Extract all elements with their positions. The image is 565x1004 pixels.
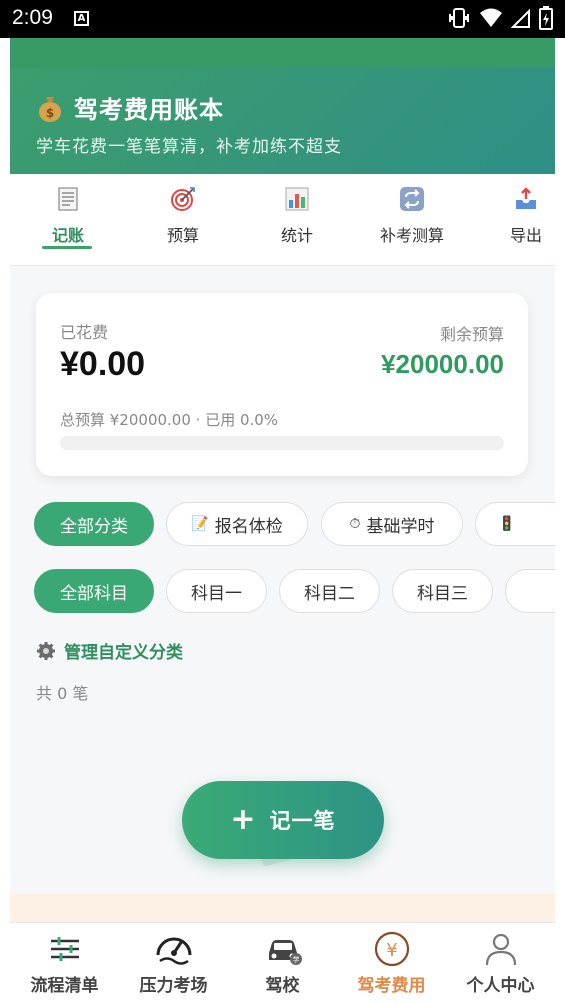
nav-label: 个人中心 [466, 976, 535, 996]
traffic-light-icon: 🚦 [498, 516, 516, 532]
svg-text:学: 学 [292, 955, 299, 964]
bar-chart-icon [285, 187, 309, 211]
tab-budget[interactable]: 预算 [133, 186, 233, 246]
car-school-icon: 学 [268, 940, 302, 965]
remaining-budget-label: 剩余预算 [439, 325, 504, 344]
chip-basic-hours[interactable]: ⏱ 基础学时 [321, 502, 463, 546]
spent-value: ¥0.00 [60, 345, 146, 383]
signal-icon [511, 8, 530, 28]
nav-exam-fees[interactable]: ¥ 驾考费用 [337, 929, 446, 996]
repeat-icon [400, 187, 424, 211]
chip-label: 全部科目 [60, 583, 128, 604]
money-bag-icon: $ [39, 96, 61, 122]
chip-label: 科目二 [304, 583, 355, 604]
status-time: 2:09 [12, 6, 53, 29]
category-chip-row: 全部分类 📝 报名体检 ⏱ 基础学时 🚦 [34, 502, 555, 548]
app-title: 驾考费用账本 [74, 96, 224, 124]
chip-all-categories[interactable]: 全部分类 [34, 502, 154, 546]
export-icon [516, 187, 536, 209]
app-frame: $ 驾考费用账本 学车花费一笔笔算清，补考加练不超支 记账 预算 统计 补考测算… [10, 38, 555, 1004]
memo-icon: 📝 [191, 516, 209, 532]
person-icon [485, 933, 516, 966]
app-subtitle: 学车花费一笔笔算清，补考加练不超支 [36, 137, 342, 157]
tab-label: 统计 [280, 226, 313, 245]
chip-traffic[interactable]: 🚦 [475, 502, 555, 546]
tab-bar: 记账 预算 统计 补考测算 导出 [10, 174, 555, 266]
record-count: 共 0 笔 [36, 684, 89, 703]
bottom-banner-strip [10, 894, 555, 922]
nav-profile[interactable]: 个人中心 [446, 929, 555, 996]
add-record-label: 记一笔 [269, 809, 336, 833]
budget-progress-track [60, 436, 504, 450]
tab-label: 补考测算 [379, 226, 444, 245]
active-tab-indicator [42, 246, 92, 249]
tab-label: 预算 [166, 226, 199, 245]
svg-text:$: $ [46, 106, 54, 120]
nav-process-list[interactable]: 流程清单 [10, 929, 119, 996]
chip-label: 基础学时 [366, 516, 435, 537]
manage-categories-link[interactable]: 管理自定义分类 [36, 638, 183, 663]
nav-label: 驾考费用 [357, 976, 426, 996]
bottom-navigation: 流程清单 压力考场 学 驾校 ¥ 驾考费用 个人中心 [10, 922, 555, 1004]
status-icons [447, 6, 553, 30]
remaining-budget-value: ¥20000.00 [381, 349, 504, 379]
spent-label: 已花费 [60, 323, 109, 342]
nav-label: 流程清单 [30, 976, 99, 996]
vibrate-icon [449, 8, 469, 28]
add-record-button[interactable]: + 记一笔 [182, 781, 384, 859]
tab-export[interactable]: 导出 [476, 186, 555, 246]
nav-pressure-exam[interactable]: 压力考场 [119, 929, 228, 996]
subject-chip-row: 全部科目 科目一 科目二 科目三 [34, 569, 555, 615]
tab-stats[interactable]: 统计 [247, 186, 347, 246]
app-title-row: $ 驾考费用账本 [36, 90, 224, 125]
notification-icon: A [74, 11, 89, 26]
budget-info: 总预算 ¥20000.00 · 已用 0.0% [60, 411, 279, 429]
tab-ledger[interactable]: 记账 [18, 186, 118, 246]
chip-registration-medical[interactable]: 📝 报名体检 [166, 502, 308, 546]
chip-subject-one[interactable]: 科目一 [166, 569, 267, 613]
tab-label: 记账 [51, 226, 84, 245]
svg-text:¥: ¥ [386, 940, 397, 961]
manage-categories-label: 管理自定义分类 [64, 643, 183, 663]
chip-label: 科目一 [191, 583, 242, 604]
status-bar: 2:09 A [0, 0, 565, 38]
yen-coin-icon: ¥ [374, 931, 409, 967]
ledger-icon [58, 187, 78, 211]
tab-retake-estimate[interactable]: 补考测算 [362, 186, 462, 246]
chip-subject-three[interactable]: 科目三 [392, 569, 493, 613]
wifi-icon [480, 8, 502, 27]
nav-label: 驾校 [265, 976, 300, 996]
app-header: $ 驾考费用账本 学车花费一笔笔算清，补考加练不超支 [10, 38, 555, 174]
speedometer-icon [156, 937, 191, 965]
battery-icon [539, 6, 553, 30]
chip-label: 全部分类 [60, 516, 128, 537]
chip-label: 科目三 [417, 583, 468, 604]
summary-card: 已花费 ¥0.00 剩余预算 ¥20000.00 总预算 ¥20000.00 ·… [36, 293, 528, 476]
chip-subject-four[interactable] [505, 569, 555, 613]
chip-label: 报名体检 [214, 516, 283, 537]
stopwatch-icon: ⏱ [349, 516, 361, 532]
plus-icon: + [230, 802, 256, 837]
sliders-icon [50, 937, 79, 961]
tab-label: 导出 [509, 226, 542, 245]
target-icon [171, 187, 195, 211]
chip-subject-two[interactable]: 科目二 [279, 569, 380, 613]
gear-icon [37, 641, 55, 660]
nav-driving-school[interactable]: 学 驾校 [228, 929, 337, 996]
chip-all-subjects[interactable]: 全部科目 [34, 569, 154, 613]
header-top-band [10, 38, 555, 68]
nav-label: 压力考场 [139, 976, 208, 996]
